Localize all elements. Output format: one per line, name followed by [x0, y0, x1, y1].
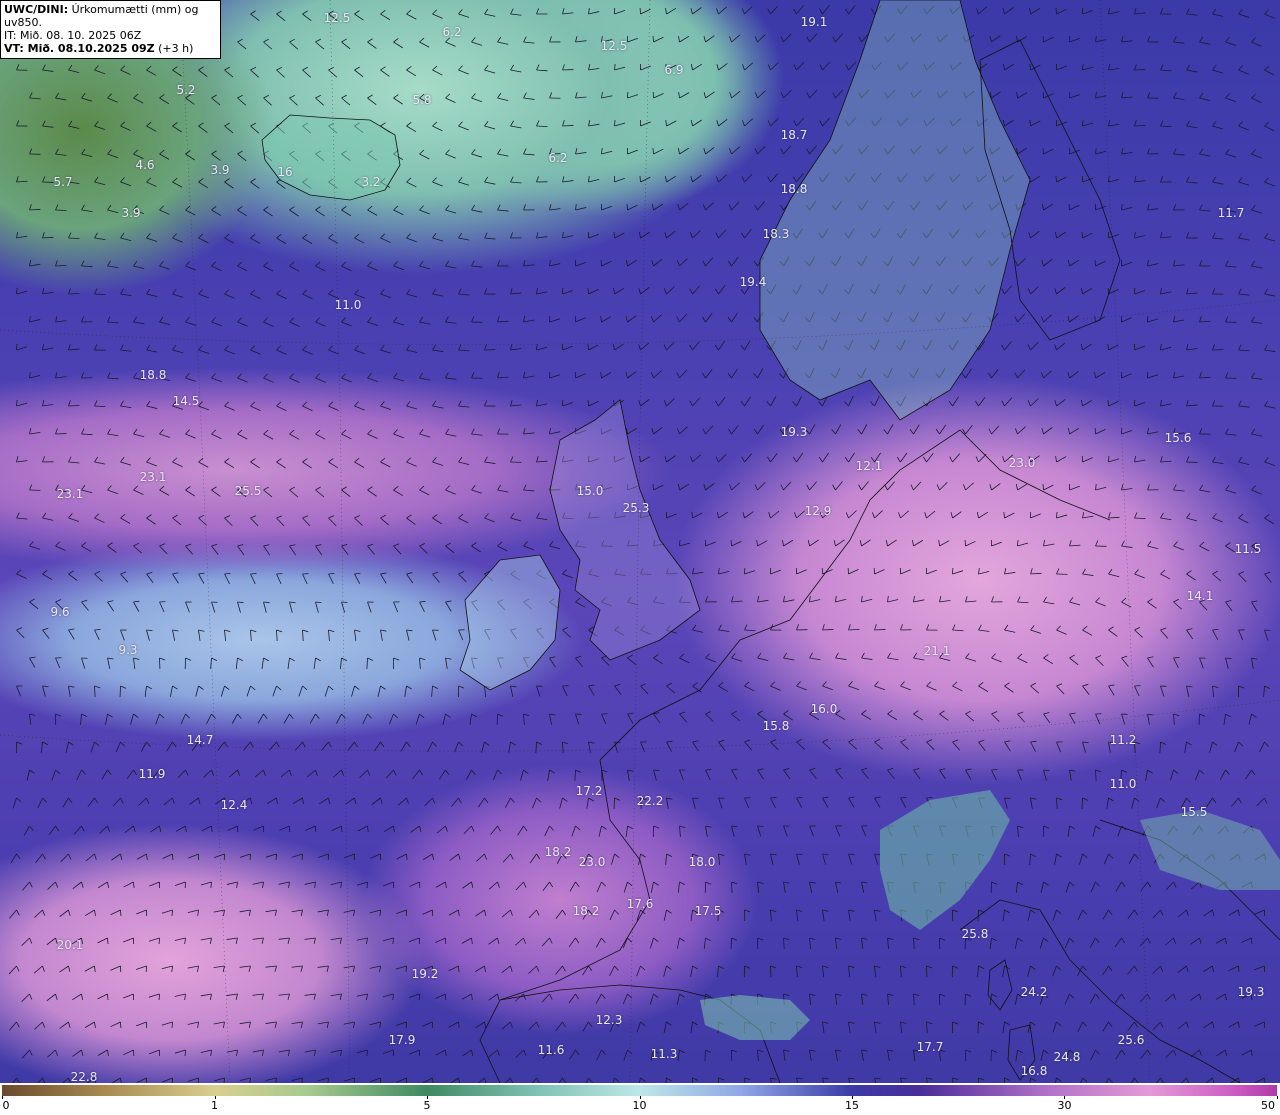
map-value-label: 4.6 — [135, 158, 155, 172]
colorbar-tick-label: 5 — [423, 1099, 431, 1112]
map-value-label: 20.1 — [56, 938, 84, 952]
map-value-label: 19.1 — [800, 15, 828, 29]
pyrenees-region — [700, 995, 810, 1040]
map-value-label: 6.9 — [664, 63, 684, 77]
map-value-label: 16.0 — [810, 702, 838, 716]
map-value-label: 17.9 — [388, 1033, 416, 1047]
map-value-label: 11.9 — [138, 767, 166, 781]
map-value-label: 15.8 — [762, 719, 790, 733]
map-value-label: 6.2 — [442, 25, 462, 39]
map-value-label: 11.7 — [1217, 206, 1245, 220]
map-value-label: 18.2 — [544, 845, 572, 859]
map-value-label: 19.3 — [780, 425, 808, 439]
colorbar-tick-label: 1 — [211, 1099, 219, 1112]
map-value-label: 22.2 — [636, 794, 664, 808]
map-value-label: 25.3 — [622, 501, 650, 515]
map-value-label: 3.9 — [210, 163, 230, 177]
map-value-label: 25.8 — [961, 927, 989, 941]
map-value-label: 5.7 — [53, 175, 73, 189]
map-value-label: 5.2 — [176, 83, 196, 97]
map-value-label: 12.3 — [595, 1013, 623, 1027]
map-value-label: 17.7 — [916, 1040, 944, 1054]
map-value-label: 24.8 — [1053, 1050, 1081, 1064]
map-value-label: 18.3 — [762, 227, 790, 241]
colorbar-tick-label: 15 — [845, 1099, 860, 1112]
coast-italy — [959, 899, 1241, 1083]
map-value-label: 17.6 — [626, 897, 654, 911]
map-value-label: 19.4 — [739, 275, 767, 289]
map-value-label: 11.0 — [334, 298, 362, 312]
map-value-label: 16.8 — [1020, 1064, 1048, 1078]
map-value-label: 25.5 — [234, 484, 262, 498]
map-value-label: 14.7 — [186, 733, 214, 747]
map-value-label: 9.3 — [118, 643, 138, 657]
map-value-label: 23.1 — [139, 470, 167, 484]
map-value-label: 18.2 — [572, 904, 600, 918]
map-value-label: 18.8 — [139, 368, 167, 382]
balkan-mountains-region — [1140, 810, 1280, 890]
map-value-label: 5.8 — [412, 93, 432, 107]
map-value-label: 17.2 — [575, 784, 603, 798]
map-value-label: 23.0 — [578, 855, 606, 869]
map-value-label: 25.6 — [1117, 1033, 1145, 1047]
colorbar-tick-label: 50 — [1261, 1099, 1275, 1112]
colorbar-tick-label: 30 — [1057, 1099, 1072, 1112]
map-value-label: 11.5 — [1234, 542, 1262, 556]
map-value-label: 22.8 — [70, 1070, 98, 1083]
map-value-label: 21.1 — [923, 644, 951, 658]
map-value-label: 18.7 — [780, 128, 808, 142]
map-value-label: 6.2 — [548, 151, 568, 165]
header-line-1: UWC/DINI: Úrkomumætti (mm) og uv850. — [4, 3, 199, 29]
map-value-label: 12.1 — [855, 459, 883, 473]
map-value-label: 23.1 — [56, 487, 84, 501]
map-value-label: 23.0 — [1008, 456, 1036, 470]
issue-time: IT: Mið. 08. 10. 2025 06Z — [4, 29, 142, 42]
colorbar-gradient — [2, 1085, 1277, 1096]
colorbar-tick — [1277, 1096, 1278, 1099]
map-value-label: 19.3 — [1237, 985, 1265, 999]
map-value-label: 12.5 — [323, 11, 351, 25]
map-value-label: 24.2 — [1020, 985, 1048, 999]
map-value-label: 17.5 — [694, 904, 722, 918]
map-value-label: 12.5 — [600, 39, 628, 53]
coast-great-britain — [549, 399, 701, 661]
map-value-label: 15.0 — [576, 484, 604, 498]
map-value-label: 9.6 — [50, 605, 70, 619]
map-value-label: 15.6 — [1164, 431, 1192, 445]
map-value-label: 11.0 — [1109, 777, 1137, 791]
colorbar-legend: 0 1 5 10 15 30 50 — [0, 1083, 1280, 1115]
header-line-3: VT: Mið. 08.10.2025 09Z (+3 h) — [4, 42, 216, 55]
coast-corsica — [987, 959, 1013, 1011]
colorbar-tick-label: 10 — [632, 1099, 647, 1112]
map-value-label: 18.0 — [688, 855, 716, 869]
map-value-label: 14.1 — [1186, 589, 1214, 603]
coast-scandinavia — [759, 0, 1031, 421]
map-header: UWC/DINI: Úrkomumætti (mm) og uv850. IT:… — [0, 0, 221, 59]
colorbar-tick-label: 0 — [2, 1099, 10, 1112]
lead-time: (+3 h) — [154, 42, 194, 55]
coastline-layer — [0, 0, 1280, 1083]
map-value-label: 11.3 — [650, 1047, 678, 1061]
map-value-label: 16 — [277, 165, 293, 179]
model-name: UWC/DINI — [4, 3, 64, 16]
map-value-label: 11.2 — [1109, 733, 1137, 747]
map-value-label: 15.5 — [1180, 805, 1208, 819]
map-value-label: 12.4 — [220, 798, 248, 812]
coast-ireland — [459, 554, 561, 691]
map-value-label: 3.2 — [361, 175, 381, 189]
map-value-label: 12.9 — [804, 504, 832, 518]
map-value-label: 3.9 — [121, 206, 141, 220]
map-value-label: 11.6 — [537, 1043, 565, 1057]
precipitable-water-map: 12.5 6.2 12.5 19.1 6.9 5.2 5.8 18.7 4.6 3.9 16 3.2 6… — [0, 0, 1280, 1083]
alps-region — [880, 790, 1010, 930]
map-value-label: 19.2 — [411, 967, 439, 981]
map-value-label: 14.5 — [172, 394, 200, 408]
map-value-label: 18.8 — [780, 182, 808, 196]
valid-time: VT: Mið. 08.10.2025 09Z — [4, 42, 155, 55]
